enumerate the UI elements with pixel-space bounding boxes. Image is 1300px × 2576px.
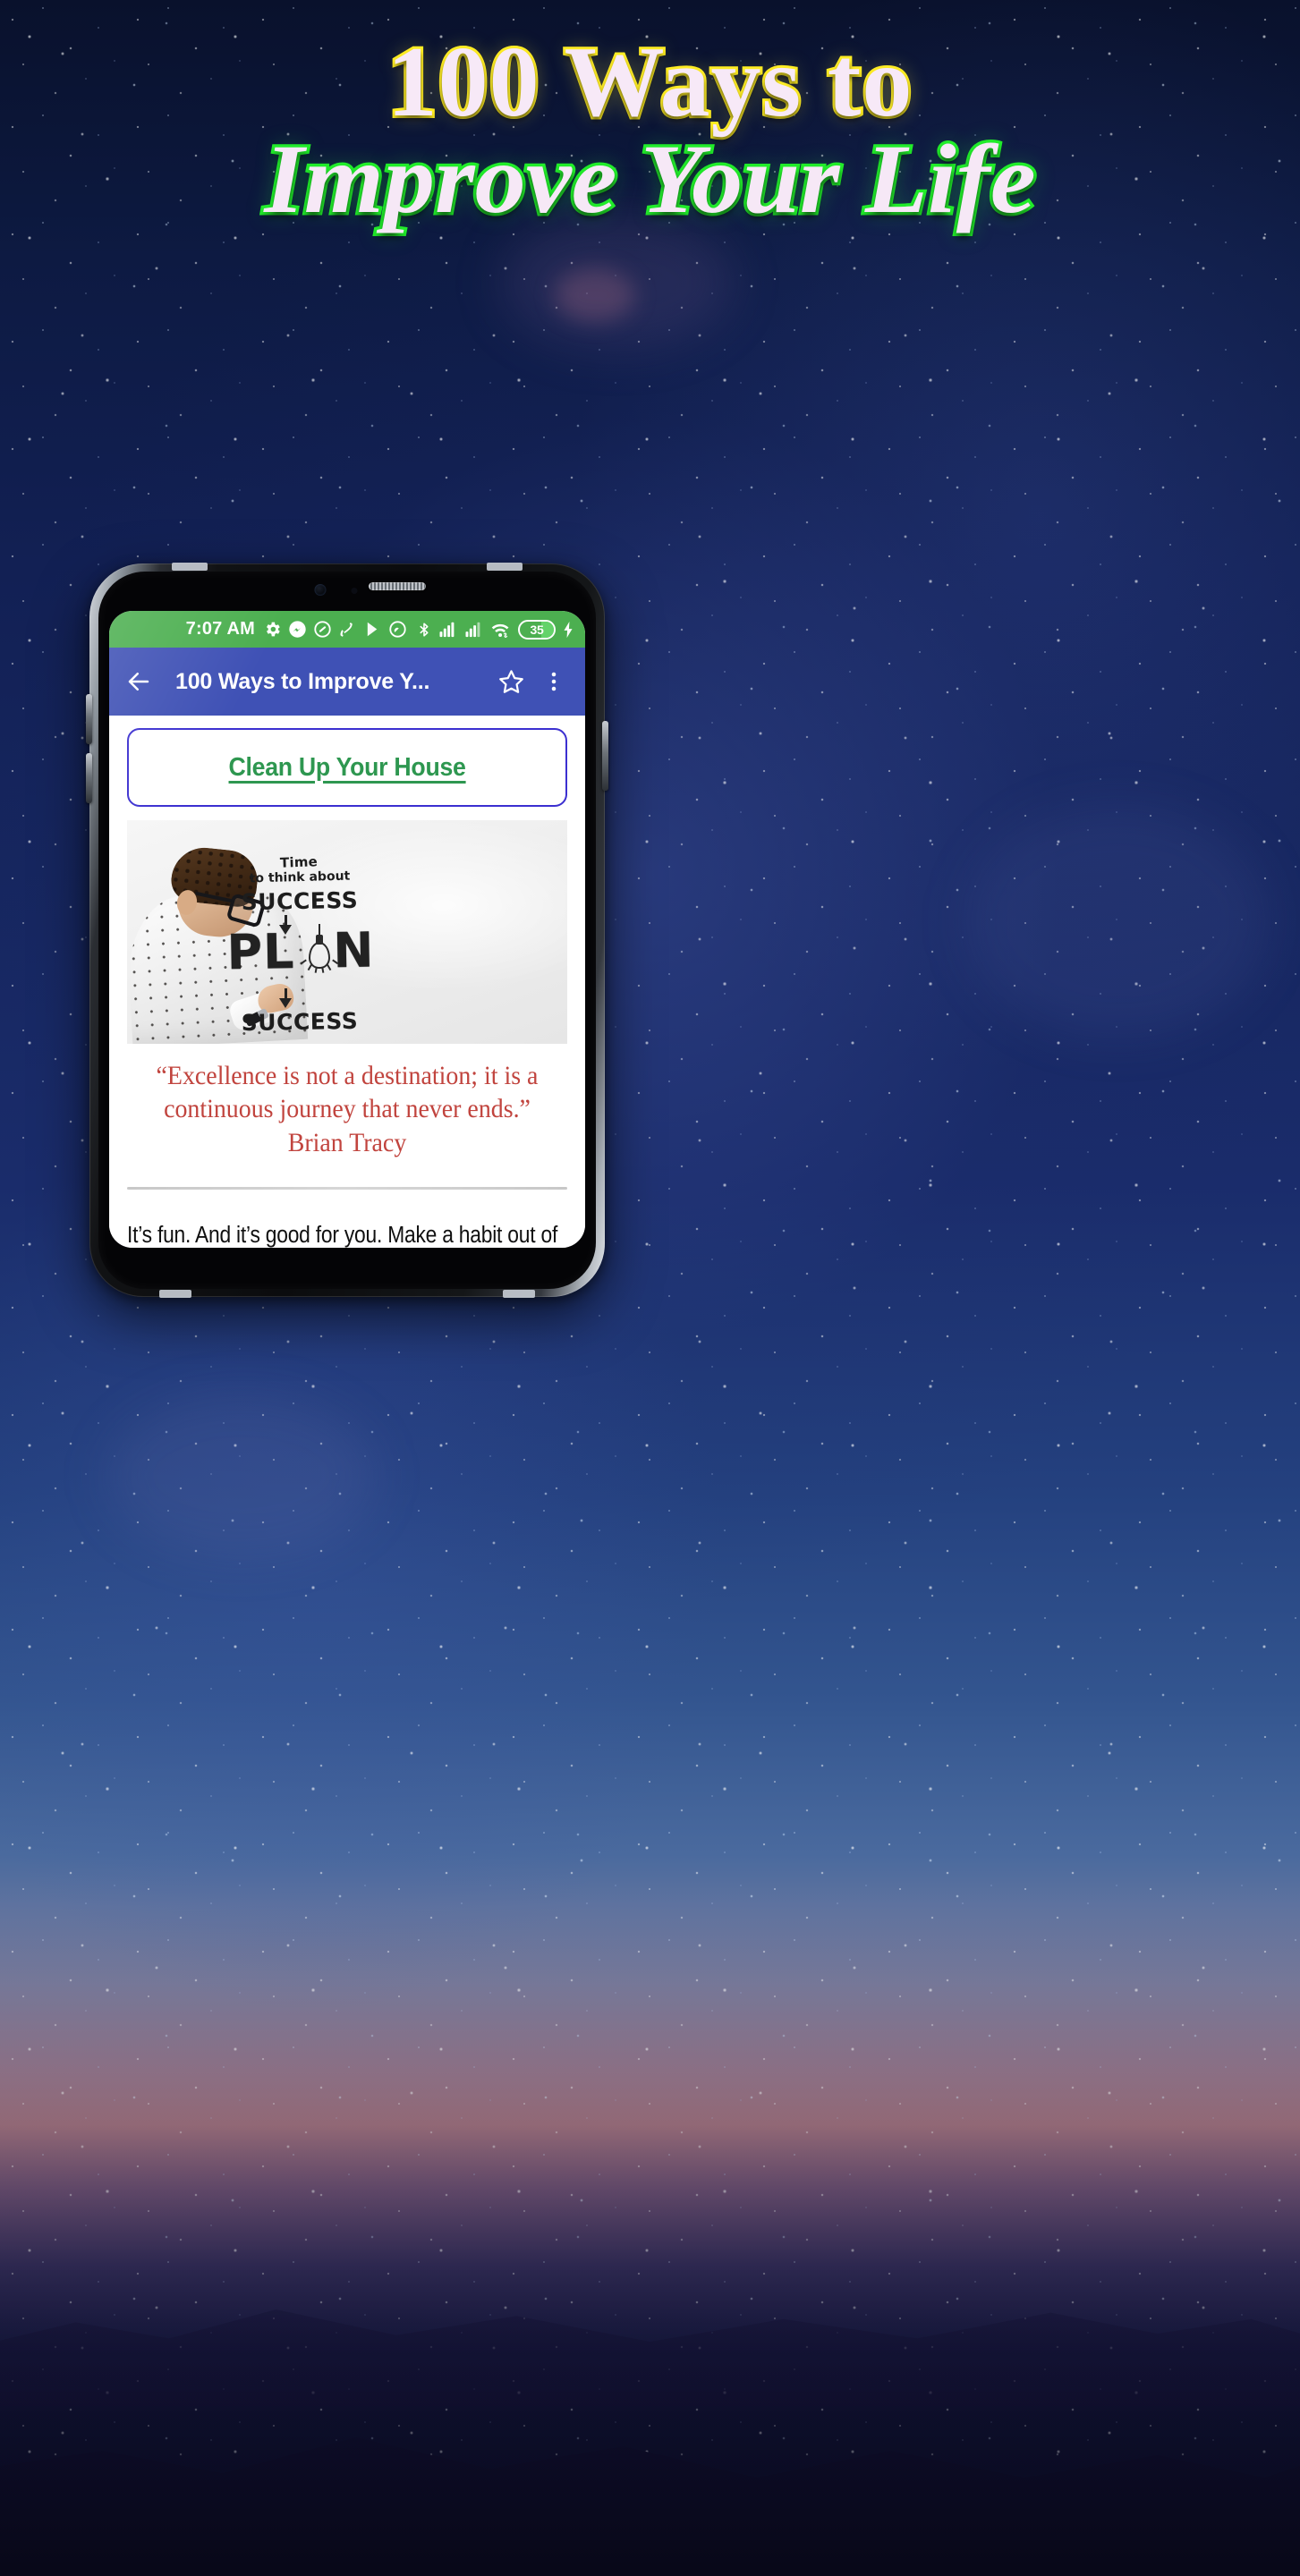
more-vertical-icon (551, 672, 557, 691)
proximity-sensor-icon (351, 588, 358, 594)
article-heading-link[interactable]: Clean Up Your House (228, 753, 465, 783)
board-text-success-2: SUCCESS (241, 1007, 359, 1037)
do-not-disturb-icon (314, 621, 331, 638)
antenna-band (503, 1290, 535, 1298)
signal-sim2-icon (465, 622, 480, 638)
star-outline-icon (498, 669, 523, 693)
signal-sim1-icon (439, 622, 455, 638)
phone-mockup: 7:07 AM 35 100 Ways to Improve Y... Clea… (86, 563, 608, 1298)
quote-author: Brian Tracy (287, 1127, 407, 1157)
back-arrow-icon (128, 673, 149, 691)
charging-bolt-icon (564, 621, 573, 638)
bluetooth-icon (420, 622, 429, 637)
volume-down-button[interactable] (86, 753, 92, 803)
status-bar-right-group: 35 (416, 619, 574, 640)
app-toolbar: 100 Ways to Improve Y... (109, 648, 585, 716)
lightbulb-icon (300, 924, 339, 973)
arrow-down-icon (279, 988, 292, 1008)
volume-up-button[interactable] (86, 694, 92, 744)
board-text-plan-pl: PL (225, 923, 296, 981)
article-hero-image: Time to think about SUCCESS PLAN (127, 820, 567, 1044)
quote-text: “Excellence is not a destination; it is … (156, 1061, 539, 1123)
antenna-band (172, 563, 208, 571)
toolbar-title: 100 Ways to Improve Y... (175, 668, 430, 694)
article-content[interactable]: Clean Up Your House Time to think about … (109, 716, 585, 1248)
wifi-icon (491, 623, 509, 638)
front-camera-icon (314, 584, 327, 596)
earpiece-speaker-icon (369, 582, 426, 590)
antenna-band (487, 563, 523, 571)
power-button[interactable] (602, 721, 608, 791)
android-auto-icon (389, 621, 406, 638)
status-bar-left-group: 7:07 AM (186, 619, 407, 640)
board-text-success-1: SUCCESS (241, 886, 359, 916)
status-bar-clock: 7:07 AM (185, 619, 255, 639)
content-divider (127, 1186, 567, 1190)
battery-percent-label: 35 (530, 622, 544, 637)
android-status-bar: 7:07 AM 35 (109, 611, 585, 648)
phone-screen: 7:07 AM 35 100 Ways to Improve Y... Clea… (109, 611, 585, 1248)
favorite-button[interactable] (492, 663, 530, 700)
board-text-plan-n: N (332, 921, 376, 979)
bulb-ray (307, 964, 312, 971)
antenna-band (159, 1290, 191, 1298)
battery-icon: 35 (518, 619, 556, 640)
bulb-ray (327, 964, 332, 971)
article-body-text: It’s fun. And it’s good for you. Make a … (127, 1222, 558, 1248)
article-quote: “Excellence is not a destination; it is … (140, 1060, 553, 1160)
telenor-icon (340, 622, 353, 637)
gear-icon (267, 622, 280, 637)
board-text-plan: PLAN (220, 922, 382, 981)
back-button[interactable] (120, 663, 157, 700)
play-store-icon (367, 622, 378, 637)
messenger-icon (289, 621, 306, 638)
bulb-ray (314, 966, 318, 973)
overflow-menu-button[interactable] (535, 663, 573, 700)
promo-screenshot: 100 Ways to Improve Your Life 7:07 AM 35… (0, 0, 1300, 2576)
article-heading-card[interactable]: Clean Up Your House (127, 728, 567, 807)
